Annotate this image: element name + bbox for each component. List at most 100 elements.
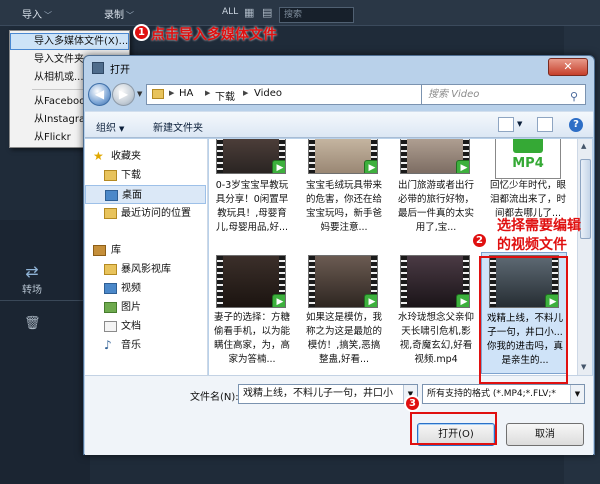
chevron-down-icon[interactable]: ▼ [570, 385, 584, 403]
nav-pictures[interactable]: 图片 [85, 298, 206, 317]
video-thumbnail: ▶ [308, 255, 378, 308]
chevron-down-icon[interactable]: ▼ [517, 120, 522, 128]
arrow-right-icon: ▶ [118, 87, 129, 101]
file-item[interactable]: ▶ 出门旅游或者出行必带的旅行好物，最后一件真的太实用了,宝... [393, 139, 479, 233]
filename-input[interactable]: 戏精上线，不料儿子一句，井口小 ▼ [238, 384, 418, 404]
recent-locations-dropdown[interactable]: ▼ [137, 90, 142, 98]
document-icon [104, 321, 117, 332]
nav-desktop[interactable]: 桌面 [85, 185, 206, 204]
address-bar[interactable]: ▶ HA ▶ 下载 ▶ Video ▼ ⟳ [146, 84, 465, 105]
breadcrumb-ha[interactable]: HA [179, 88, 193, 99]
video-file-icon: ▶ [364, 294, 377, 307]
timeline-divider [0, 300, 90, 301]
file-name: 妻子的选择：方糖偷看手机，以为能瞒住高家，为，高家为答楠... [213, 312, 290, 365]
list-view-icon[interactable]: ▤ [262, 6, 272, 19]
scroll-down-icon[interactable]: ▼ [581, 363, 586, 371]
import-menu-button[interactable]: 导入 ﹀ [22, 6, 52, 21]
breadcrumb-separator-icon[interactable]: ▶ [169, 89, 174, 97]
breadcrumb-video[interactable]: Video [254, 88, 282, 99]
transition-tool[interactable]: ⇄ 转场 [12, 262, 52, 296]
media-search-input[interactable]: 搜索 [279, 7, 354, 23]
file-list-scrollbar[interactable]: ▲ ▼ [577, 139, 592, 375]
help-icon[interactable]: ? [569, 118, 583, 132]
mp4-file-icon: MP4 [495, 139, 561, 179]
file-name: 宝宝毛绒玩具带来的危害，你还在给宝宝玩吗，新手爸妈要注意... [305, 180, 382, 233]
transition-icon: ⇄ [25, 262, 39, 281]
file-name: 0-3岁宝宝早教玩具分享！0闲置早教玩具！,母婴育儿,母婴用品,好... [215, 180, 289, 233]
search-icon[interactable]: ⚲ [567, 87, 581, 103]
preview-pane-icon[interactable] [537, 117, 553, 132]
back-button[interactable]: ◀ [88, 83, 111, 106]
address-row: ◀ ▶ ▼ ▶ HA ▶ 下载 ▶ Video ▼ ⟳ 搜索 Video ⚲ [84, 81, 594, 109]
file-name: 出门旅游或者出行必带的旅行好物，最后一件真的太实用了,宝... [397, 180, 474, 233]
open-file-dialog: 打开 ✕ ◀ ▶ ▼ ▶ HA ▶ 下载 ▶ Video ▼ ⟳ 搜索 Vide… [83, 55, 595, 455]
record-menu-button[interactable]: 录制 ﹀ [104, 6, 134, 21]
file-item[interactable]: ▶ 妻子的选择：方糖偷看手机，以为能瞒住高家，为，高家为答楠... [209, 249, 295, 365]
video-icon [104, 283, 117, 294]
file-item[interactable]: ▶ 0-3岁宝宝早教玩具分享！0闲置早教玩具！,母婴育儿,母婴用品,好... [209, 139, 295, 233]
file-name: 如果这是模仿，我称之为这是最尬的模仿！,搞笑,恶搞整蛊,好看... [305, 312, 382, 365]
scroll-up-icon[interactable]: ▲ [581, 142, 586, 150]
nav-storm-library[interactable]: 暴风影视库 [85, 260, 206, 279]
film-strip [401, 139, 407, 173]
recent-places-icon [104, 208, 117, 219]
step-1-badge: 1 [133, 24, 150, 41]
video-file-icon: ▶ [456, 294, 469, 307]
editor-left-panel [0, 220, 90, 484]
breadcrumb-separator-icon[interactable]: ▶ [243, 89, 248, 97]
menu-item-import-media-files[interactable]: 导入多媒体文件(X)... [10, 33, 129, 50]
organize-button[interactable]: 组织 ▼ [96, 119, 124, 134]
nav-libraries[interactable]: 库 [85, 241, 206, 260]
grid-view-icon[interactable]: ▦ [244, 6, 254, 19]
video-file-icon: ▶ [272, 294, 285, 307]
dialog-titlebar[interactable]: 打开 ✕ [84, 56, 594, 80]
folder-icon [152, 89, 164, 99]
downloads-folder-icon [104, 170, 117, 181]
video-file-icon: ▶ [364, 160, 377, 173]
film-strip [309, 139, 315, 173]
film-strip [401, 256, 407, 307]
dialog-title: 打开 [110, 65, 130, 76]
close-button[interactable]: ✕ [548, 58, 588, 76]
film-strip [217, 139, 223, 173]
video-thumbnail: ▶ [400, 255, 470, 308]
pictures-icon [104, 302, 117, 313]
app-icon [92, 62, 104, 74]
scrollbar-thumb[interactable] [580, 159, 591, 239]
breadcrumb-separator-icon[interactable]: ▶ [205, 89, 210, 97]
cancel-button[interactable]: 取消 [506, 423, 584, 446]
video-file-icon: ▶ [456, 160, 469, 173]
step-1-callout: 点击导入多媒体文件 [151, 27, 277, 43]
step-2-callout-line2: 的视频文件 [497, 237, 567, 253]
file-type-select[interactable]: 所有支持的格式 (*.MP4;*.FLV;* ▼ [422, 384, 585, 404]
video-file-icon: ▶ [272, 160, 285, 173]
nav-recent-places[interactable]: 最近访问的位置 [85, 204, 206, 223]
music-icon: ♪ [104, 338, 112, 352]
film-strip [309, 256, 315, 307]
file-item[interactable]: ▶ 如果这是模仿，我称之为这是最尬的模仿！,搞笑,恶搞整蛊,好看... [301, 249, 387, 365]
breadcrumb-downloads[interactable]: 下载 [215, 88, 235, 103]
dialog-search-input[interactable]: 搜索 Video ⚲ [421, 84, 586, 105]
film-strip [217, 256, 223, 307]
dialog-toolbar: 组织 ▼ 新建文件夹 ▼ ? [85, 111, 593, 138]
filename-label: 文件名(N): [190, 392, 239, 403]
video-thumbnail: ▶ [400, 139, 470, 174]
trash-icon[interactable]: 🗑 [24, 316, 41, 331]
file-item[interactable]: ▶ 宝宝毛绒玩具带来的危害，你还在给宝宝玩吗，新手爸妈要注意... [301, 139, 387, 233]
step-2-badge: 2 [471, 232, 488, 249]
nav-downloads[interactable]: 下载 [85, 166, 206, 185]
forward-button[interactable]: ▶ [112, 83, 135, 106]
star-icon: ★ [93, 149, 104, 163]
new-folder-button[interactable]: 新建文件夹 [153, 119, 203, 134]
nav-documents[interactable]: 文档 [85, 317, 206, 336]
nav-favorites[interactable]: ★ 收藏夹 [85, 147, 206, 166]
nav-videos[interactable]: 视频 [85, 279, 206, 298]
view-options-icon[interactable] [498, 117, 514, 132]
filter-all-label[interactable]: ALL [222, 7, 238, 17]
chevron-down-icon: ﹀ [126, 11, 134, 20]
file-item[interactable]: ▶ 水玲珑想念父亲仰天长啸引危机,影视,奇魔玄幻,好看视频.mp4 [393, 249, 479, 365]
mp4-card-label: MP4 [512, 156, 544, 171]
arrow-left-icon: ◀ [94, 87, 105, 101]
nav-music[interactable]: ♪ 音乐 [85, 336, 206, 355]
step-2-callout-line1: 选择需要编辑 [497, 218, 581, 234]
